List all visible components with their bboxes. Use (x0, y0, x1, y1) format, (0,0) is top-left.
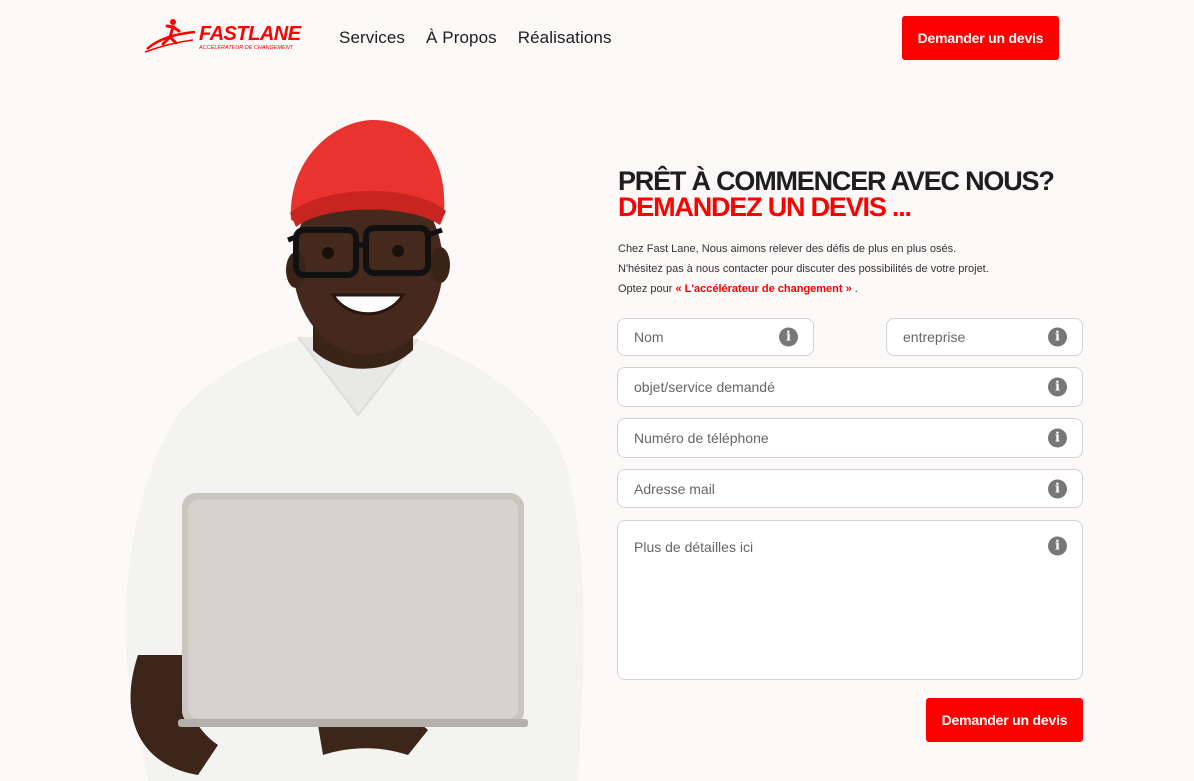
details-textarea[interactable]: Plus de détailles ici i (617, 520, 1083, 680)
phone-field[interactable]: Numéro de téléphone i (617, 418, 1083, 458)
hero-image (108, 115, 588, 781)
intro-line: N'hésitez pas à nous contacter pour disc… (618, 263, 989, 275)
submit-quote-button[interactable]: Demander un devis (926, 698, 1083, 742)
info-icon: i (1048, 327, 1067, 347)
info-icon: i (1048, 428, 1067, 448)
form-title: PRÊT À COMMENCER AVEC NOUS? (618, 166, 1055, 196)
service-field[interactable]: objet/service demandé i (617, 367, 1083, 407)
nav-link-services[interactable]: Services (339, 28, 405, 48)
intro-prefix: Optez pour (618, 283, 673, 295)
intro-line: Optez pour « L'accélérateur de changemen… (618, 279, 989, 299)
intro-suffix: . (854, 283, 858, 295)
info-icon: i (1048, 536, 1067, 556)
main-nav: Services À Propos Réalisations (339, 28, 612, 48)
nav-link-realisations[interactable]: Réalisations (518, 28, 612, 48)
email-field[interactable]: Adresse mail i (617, 469, 1083, 508)
svg-text:FASTLANE: FASTLANE (199, 23, 302, 45)
company-field[interactable]: entreprise i (886, 318, 1083, 356)
fastlane-logo[interactable]: FASTLANE ACCÉLÉRATEUR DE CHANGEMENT (143, 16, 315, 56)
header-quote-button[interactable]: Demander un devis (902, 16, 1059, 60)
company-placeholder: entreprise (903, 329, 966, 345)
intro-line: Chez Fast Lane, Nous aimons relever des … (618, 243, 957, 255)
name-placeholder: Nom (634, 329, 664, 345)
svg-text:ACCÉLÉRATEUR DE CHANGEMENT: ACCÉLÉRATEUR DE CHANGEMENT (198, 44, 294, 51)
service-placeholder: objet/service demandé (634, 379, 775, 395)
form-intro: Chez Fast Lane, Nous aimons relever des … (618, 239, 989, 299)
info-icon: i (1048, 479, 1067, 498)
intro-highlight: « L'accélérateur de changement » (675, 283, 852, 295)
details-placeholder: Plus de détailles ici (634, 539, 754, 555)
name-field[interactable]: Nom i (617, 318, 814, 356)
info-icon: i (1048, 377, 1067, 397)
email-placeholder: Adresse mail (634, 480, 715, 497)
page: FASTLANE ACCÉLÉRATEUR DE CHANGEMENT Serv… (0, 0, 1194, 781)
info-icon: i (779, 327, 798, 347)
nav-link-a-propos[interactable]: À Propos (426, 28, 497, 48)
form-subtitle: DEMANDEZ UN DEVIS ... (618, 192, 912, 222)
phone-placeholder: Numéro de téléphone (634, 430, 769, 446)
